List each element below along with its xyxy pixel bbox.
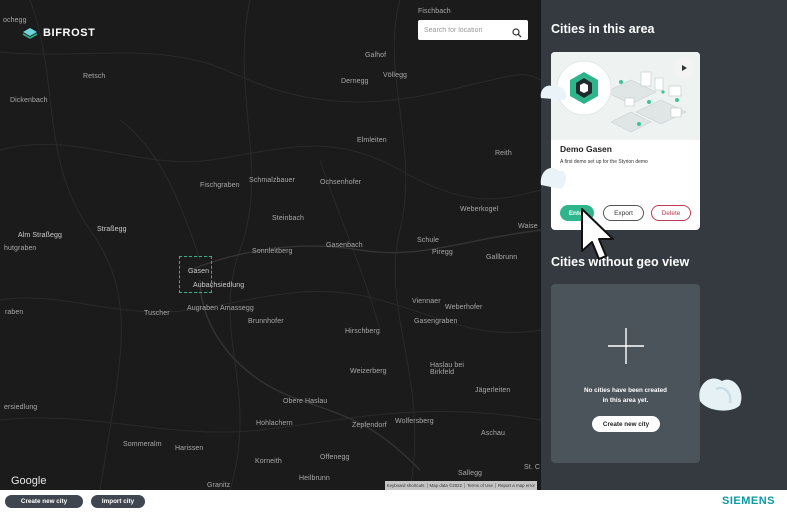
create-new-city-bottom-button[interactable]: Create new city — [5, 495, 83, 508]
map-place-label: ochegg — [3, 17, 27, 24]
map-place-label: Steinbach — [272, 215, 305, 222]
map-place-label: Piregg — [432, 249, 453, 256]
create-new-city-button[interactable]: Create new city — [592, 416, 660, 432]
empty-message-line2: in this area yet. — [602, 397, 649, 404]
map-place-label: Augraben — [187, 305, 219, 312]
map-place-label: ersiedlung — [4, 404, 38, 411]
map-place-label: Waise — [518, 223, 538, 230]
search-icon[interactable] — [512, 25, 522, 43]
map-place-label: Reith — [495, 150, 512, 157]
map-place-label: Völlegg — [383, 72, 408, 79]
map-place-label: Dernegg — [341, 78, 369, 85]
city-title: Demo Gasen — [560, 144, 612, 154]
map-place-label: Harissen — [175, 445, 204, 452]
delete-button[interactable]: Delete — [651, 205, 691, 221]
report-error-link[interactable]: Report a map error — [494, 483, 537, 488]
empty-message: No cities have been created in this area… — [551, 386, 700, 406]
map-place-label: Fischbach — [418, 8, 451, 15]
city-area-selection[interactable] — [179, 256, 212, 293]
map-place-label: Galhof — [365, 52, 387, 59]
map-place-label: Alm Straßegg — [18, 232, 62, 239]
map-place-label: Ochsenhofer — [320, 179, 362, 186]
google-logo: Google — [11, 475, 47, 487]
map-place-label: Elmleiten — [357, 137, 387, 144]
empty-cities-placeholder: No cities have been created in this area… — [551, 284, 700, 463]
map-place-label: Schmalzbauer — [249, 177, 295, 184]
map-place-label: Granitz — [207, 482, 231, 489]
siemens-logo: SIEMENS — [721, 495, 775, 507]
mouse-pointer-icon — [581, 208, 614, 260]
map-place-label: Wolfersberg — [395, 418, 434, 425]
map-place-label: Dickenbach — [10, 97, 48, 104]
bottom-bar: Create new city Import city SIEMENS — [0, 490, 787, 513]
map-data-text: Map data ©2022 — [426, 483, 465, 488]
map-place-label: Hirschberg — [345, 328, 380, 335]
map-attribution: Keyboard shortcuts Map data ©2022 Terms … — [384, 481, 537, 490]
map-place-label: Haslau bei Birkfeld — [430, 362, 465, 376]
map-place-label: Korneith — [255, 458, 282, 465]
map-place-label: Viennaer — [412, 298, 441, 305]
import-city-button[interactable]: Import city — [91, 495, 145, 508]
cloud-icon — [540, 85, 567, 100]
map-place-label: Sallegg — [458, 470, 483, 477]
map-place-label: Gasenbach — [326, 242, 363, 249]
map-place-label: raben — [5, 309, 24, 316]
city-card[interactable]: Demo Gasen A first demo set up for the S… — [551, 52, 700, 230]
empty-message-line1: No cities have been created — [584, 387, 667, 394]
map-place-label: Straßegg — [97, 226, 127, 233]
map-place-label: Retsch — [83, 73, 106, 80]
map-place-label: St. C — [524, 464, 541, 471]
map-place-label: Amassegg — [220, 305, 254, 312]
map-place-label: Offenegg — [320, 454, 350, 461]
play-icon — [682, 65, 687, 71]
bifrost-logo-icon — [22, 27, 38, 39]
map-place-label: Weizerberg — [350, 368, 387, 375]
map-place-label: Aschau — [481, 430, 505, 437]
map-place-label: Hohlachern — [256, 420, 293, 427]
app-logo-text: BIFROST — [43, 27, 96, 39]
map-place-label: Gasengraben — [414, 318, 458, 325]
terms-link[interactable]: Terms of Use — [464, 483, 495, 488]
map-place-label: Obere Haslau — [283, 398, 328, 405]
map-place-label: Jägerleiten — [475, 387, 511, 394]
map-place-label: Fischgraben — [200, 182, 240, 189]
map-place-label: Schule — [417, 237, 440, 244]
city-description: A first demo set up for the Styrion demo — [560, 159, 648, 165]
map-place-label: Weberhofer — [445, 304, 483, 311]
keyboard-shortcuts-link[interactable]: Keyboard shortcuts — [385, 483, 427, 488]
map-place-label: Brunnhofer — [248, 318, 284, 325]
location-search[interactable] — [418, 20, 528, 40]
map-place-label: Gallbrunn — [486, 254, 518, 261]
app-logo[interactable]: BIFROST — [22, 27, 95, 39]
map-view[interactable]: ochegg Fischbach Galhof Retsch Dernegg V… — [0, 0, 541, 490]
cloud-icon — [699, 378, 742, 411]
section-title-cities: Cities in this area — [551, 22, 655, 36]
cloud-icon — [540, 167, 567, 189]
map-place-label: Heilbrunn — [299, 475, 330, 482]
map-place-label: Zepfendorf — [352, 422, 387, 429]
play-preview-button[interactable] — [674, 58, 694, 78]
map-place-label: Sonnleitberg — [252, 248, 293, 255]
map-roads — [0, 0, 541, 490]
map-place-label: Weberkogel — [460, 206, 499, 213]
map-place-label: Tuscher — [144, 310, 170, 317]
search-input[interactable] — [424, 26, 504, 34]
map-place-label: Sommeralm — [123, 441, 162, 448]
map-place-label: hutgraben — [4, 245, 37, 252]
plus-icon — [608, 328, 644, 364]
